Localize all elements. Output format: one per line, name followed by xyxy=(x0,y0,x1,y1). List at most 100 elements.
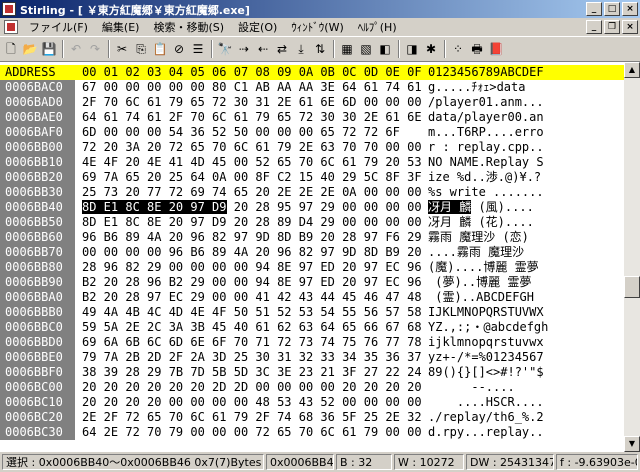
unselected-bytes[interactable]: 20 28 95 97 29 00 00 00 00 xyxy=(227,200,422,214)
row-ascii[interactable]: YZ.,:;・@abcdefgh xyxy=(428,320,548,335)
row-bytes[interactable]: B2 20 28 96 B2 29 00 00 94 8E 97 ED 20 9… xyxy=(82,275,422,290)
row-ascii[interactable]: yz+-/*=%01234567 xyxy=(428,350,544,365)
menu-help[interactable]: ﾍﾙﾌﾟ(H) xyxy=(351,19,404,35)
open-folder-icon[interactable]: 📂 xyxy=(21,40,39,58)
byte-order-icon[interactable]: ⇅ xyxy=(311,40,329,58)
scroll-up-button[interactable]: ▲ xyxy=(624,62,640,78)
vertical-scrollbar[interactable]: ▲ ▼ xyxy=(624,62,640,452)
hex-row[interactable]: 0006BC00 20 20 20 20 20 20 2D 2D 00 00 00… xyxy=(0,380,624,395)
row-bytes[interactable]: 96 B6 89 4A 20 96 82 97 9D 8D B9 20 28 9… xyxy=(82,230,422,245)
row-bytes[interactable]: 64 2E 72 70 79 00 00 00 72 65 70 6C 61 7… xyxy=(82,425,422,440)
overwrite-mode-icon[interactable]: ▧ xyxy=(357,40,375,58)
hex-row[interactable]: 0006BAE0 64 61 74 61 2F 70 6C 61 79 65 72… xyxy=(0,110,624,125)
row-bytes[interactable]: 28 96 82 29 00 00 00 00 94 8E 97 ED 20 9… xyxy=(82,260,422,275)
row-ascii[interactable]: 89(){}[]<>#!?'"$ xyxy=(428,365,544,380)
row-ascii[interactable]: IJKLMNOPQRSTUVWX xyxy=(428,305,544,320)
hex-row[interactable]: 0006BB40 8D E1 8C 8E 20 97 D9 20 28 95 97… xyxy=(0,200,624,215)
hex-row[interactable]: 0006BBC0 59 5A 2E 2C 3A 3B 45 40 61 62 63… xyxy=(0,320,624,335)
next-tag-icon[interactable]: ◨ xyxy=(403,40,421,58)
minimize-button[interactable]: _ xyxy=(586,2,602,16)
row-bytes[interactable]: 64 61 74 61 2F 70 6C 61 79 65 72 30 30 2… xyxy=(82,110,422,125)
row-bytes[interactable]: 00 00 00 00 96 B6 89 4A 20 96 82 97 9D 8… xyxy=(82,245,422,260)
row-ascii[interactable]: ize %d..渉.@)¥.? xyxy=(428,170,541,185)
menu-edit[interactable]: 編集(E) xyxy=(95,19,147,35)
doc-restore-button[interactable]: ❐ xyxy=(604,20,620,34)
menu-settings[interactable]: 設定(O) xyxy=(231,19,284,35)
scroll-down-button[interactable]: ▼ xyxy=(624,436,640,452)
row-bytes[interactable]: 6D 00 00 00 54 36 52 50 00 00 00 65 72 7… xyxy=(82,125,400,140)
row-ascii[interactable]: g.....ﾁｫｪ>data xyxy=(428,80,525,95)
close-button[interactable]: × xyxy=(622,2,638,16)
hex-row[interactable]: 0006BAC0 67 00 00 00 00 00 80 C1 AB AA AA… xyxy=(0,80,624,95)
row-bytes[interactable]: 49 4A 4B 4C 4D 4E 4F 50 51 52 53 54 55 5… xyxy=(82,305,422,320)
row-bytes[interactable]: 72 20 3A 20 72 65 70 6C 61 79 2E 63 70 7… xyxy=(82,140,422,155)
redo-icon[interactable]: ↷ xyxy=(86,40,104,58)
replace-icon[interactable]: ⇄ xyxy=(273,40,291,58)
prev-tag-icon[interactable]: ◧ xyxy=(376,40,394,58)
row-bytes[interactable]: 20 20 20 20 20 20 2D 2D 00 00 00 00 20 2… xyxy=(82,380,422,395)
hex-row[interactable]: 0006BB70 00 00 00 00 96 B6 89 4A 20 96 82… xyxy=(0,245,624,260)
row-bytes[interactable]: 25 73 20 77 72 69 74 65 20 2E 2E 2E 0A 0… xyxy=(82,185,422,200)
row-ascii[interactable]: 冴月 麟 (風).... xyxy=(428,200,534,215)
row-bytes[interactable]: 69 7A 65 20 25 64 0A 00 8F C2 15 40 29 5… xyxy=(82,170,422,185)
paste-icon[interactable]: 📋 xyxy=(151,40,169,58)
row-ascii[interactable]: d.rpy...replay.. xyxy=(428,425,544,440)
hex-row[interactable]: 0006BB90 B2 20 28 96 B2 29 00 00 94 8E 97… xyxy=(0,275,624,290)
row-bytes[interactable]: 8D E1 8C 8E 20 97 D9 20 28 89 D4 29 00 0… xyxy=(82,215,422,230)
row-ascii[interactable]: (夢)..博麗 霊夢 xyxy=(428,275,531,290)
row-bytes[interactable]: 67 00 00 00 00 00 80 C1 AB AA AA 3E 64 6… xyxy=(82,80,422,95)
menu-file[interactable]: ファイル(F) xyxy=(22,19,95,35)
hex-row[interactable]: 0006BBE0 79 7A 2B 2D 2F 2A 3D 25 30 31 32… xyxy=(0,350,624,365)
hex-row[interactable]: 0006BAD0 2F 70 6C 61 79 65 72 30 31 2E 61… xyxy=(0,95,624,110)
selected-bytes[interactable]: 8D E1 8C 8E 20 97 D9 xyxy=(82,200,227,214)
marker-icon[interactable]: ✱ xyxy=(422,40,440,58)
row-bytes[interactable]: 38 39 28 29 7B 7D 5B 5D 3C 3E 23 21 3F 2… xyxy=(82,365,422,380)
row-ascii[interactable]: %s write ....... xyxy=(428,185,544,200)
hex-row[interactable]: 0006BB10 4E 4F 20 4E 41 4D 45 00 52 65 70… xyxy=(0,155,624,170)
row-ascii[interactable]: NO NAME.Replay S xyxy=(428,155,544,170)
hex-row[interactable]: 0006BC30 64 2E 72 70 79 00 00 00 72 65 70… xyxy=(0,425,624,440)
find-icon[interactable]: 🔭 xyxy=(216,40,234,58)
row-bytes[interactable]: 69 6A 6B 6C 6D 6E 6F 70 71 72 73 74 75 7… xyxy=(82,335,422,350)
insert-mode-icon[interactable]: ▦ xyxy=(338,40,356,58)
row-ascii[interactable]: --.... xyxy=(428,380,544,395)
row-ascii[interactable]: /player01.anm... xyxy=(428,95,544,110)
selected-ascii[interactable]: 冴月 麟 xyxy=(428,200,472,214)
row-bytes[interactable]: 59 5A 2E 2C 3A 3B 45 40 61 62 63 64 65 6… xyxy=(82,320,422,335)
row-ascii[interactable]: ijklmnopqrstuvwx xyxy=(428,335,544,350)
document-icon[interactable] xyxy=(4,20,18,34)
undo-icon[interactable]: ↶ xyxy=(67,40,85,58)
new-file-icon[interactable]: 🗋 xyxy=(2,40,20,58)
row-ascii[interactable]: ....霧雨 魔理沙 xyxy=(428,245,531,260)
hex-row[interactable]: 0006BBD0 69 6A 6B 6C 6D 6E 6F 70 71 72 73… xyxy=(0,335,624,350)
row-ascii[interactable]: (魔)....博麗 霊夢 xyxy=(428,260,539,275)
print-icon[interactable]: 🖶 xyxy=(468,40,486,58)
row-bytes[interactable]: 20 20 20 20 00 00 00 00 48 53 43 52 00 0… xyxy=(82,395,422,410)
find-prev-icon[interactable]: ⇠ xyxy=(254,40,272,58)
hex-row[interactable]: 0006BC20 2E 2F 72 65 70 6C 61 79 2F 74 68… xyxy=(0,410,624,425)
find-next-icon[interactable]: ⇢ xyxy=(235,40,253,58)
hex-row[interactable]: 0006BB20 69 7A 65 20 25 64 0A 00 8F C2 15… xyxy=(0,170,624,185)
hex-row[interactable]: 0006BB30 25 73 20 77 72 69 74 65 20 2E 2E… xyxy=(0,185,624,200)
hex-row[interactable]: 0006BBB0 49 4A 4B 4C 4D 4E 4F 50 51 52 53… xyxy=(0,305,624,320)
hex-view[interactable]: ADDRESS 00 01 02 03 04 05 06 07 08 09 0A… xyxy=(0,62,640,452)
maximize-button[interactable]: □ xyxy=(604,2,620,16)
unselected-ascii[interactable]: (風).... xyxy=(471,200,533,214)
row-ascii[interactable]: r : replay.cpp.. xyxy=(428,140,544,155)
random-icon[interactable]: ⁘ xyxy=(449,40,467,58)
doc-minimize-button[interactable]: _ xyxy=(586,20,602,34)
hex-row[interactable]: 0006BC10 20 20 20 20 00 00 00 00 48 53 43… xyxy=(0,395,624,410)
row-ascii[interactable]: data/player00.an xyxy=(428,110,544,125)
row-ascii[interactable]: ....HSCR.... xyxy=(428,395,544,410)
row-bytes[interactable]: 2E 2F 72 65 70 6C 61 79 2F 74 68 36 5F 2… xyxy=(82,410,422,425)
cut-icon[interactable]: ✂ xyxy=(113,40,131,58)
app-icon[interactable] xyxy=(2,2,16,16)
jump-icon[interactable]: ⤓ xyxy=(292,40,310,58)
hex-row[interactable]: 0006BBF0 38 39 28 29 7B 7D 5B 5D 3C 3E 23… xyxy=(0,365,624,380)
row-ascii[interactable]: 冴月 麟 (花).... xyxy=(428,215,534,230)
delete-icon[interactable]: ⊘ xyxy=(170,40,188,58)
scroll-thumb[interactable] xyxy=(624,276,640,298)
menu-window[interactable]: ｳｨﾝﾄﾞｳ(W) xyxy=(284,19,350,35)
row-ascii[interactable]: m...T6RP....erro xyxy=(428,125,544,140)
hex-row[interactable]: 0006BB60 96 B6 89 4A 20 96 82 97 9D 8D B9… xyxy=(0,230,624,245)
